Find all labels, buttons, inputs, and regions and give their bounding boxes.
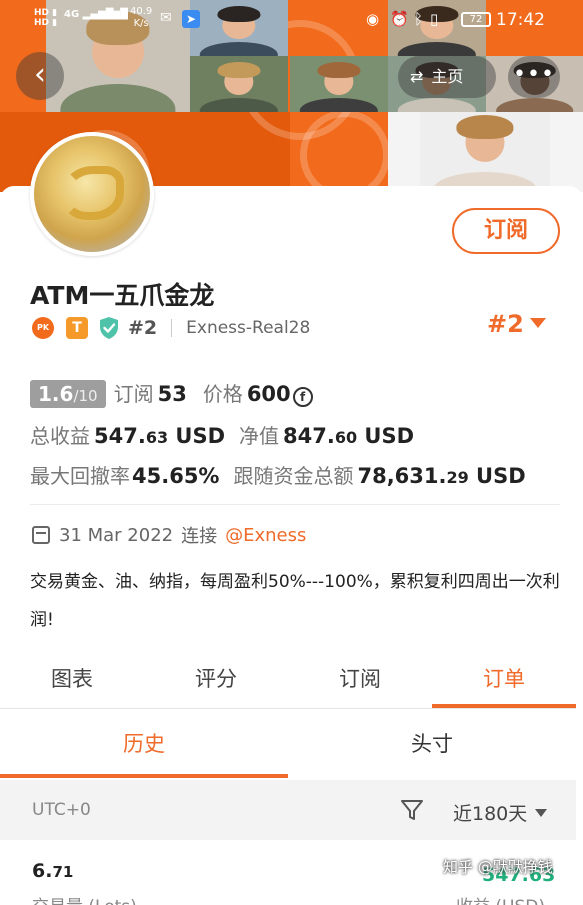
t-badge-icon[interactable]: T — [66, 317, 88, 339]
sim-indicator: HD ▮ HD ▮ — [34, 8, 58, 28]
wechat-icon: ✉ — [160, 10, 172, 26]
alarm-icon: ⏰ — [390, 10, 409, 28]
subscribers-label: 订阅 — [113, 382, 154, 406]
dragon-image — [62, 166, 124, 220]
status-time: 17:42 — [496, 10, 545, 30]
subtab-positions[interactable]: 头寸 — [288, 714, 576, 776]
divider — [30, 504, 560, 505]
watermark: 知乎 @默默挣钱 — [443, 858, 553, 876]
strategy-description: 交易黄金、油、纳指，每周盈利50%---100%，累积复利四周出一次利润! — [30, 572, 560, 630]
eye-icon: ◉ — [366, 10, 380, 28]
separator — [171, 319, 173, 337]
order-subtabs: 历史 头寸 — [0, 714, 576, 778]
stats-row-profit: 总收益 547. 63 USD 净值 847. 60 USD — [30, 420, 414, 449]
network-speed-unit: K/s — [133, 18, 149, 29]
equity-label: 净值 — [239, 424, 280, 448]
profit-label: 收益 (USD) — [456, 892, 545, 905]
equity-dec: 60 — [334, 428, 358, 447]
connection-row: 31 Mar 2022 连接 @Exness — [32, 522, 306, 548]
account-label: Exness-Real28 — [186, 318, 311, 338]
lots-value: 6.71 — [32, 860, 73, 882]
tab-chart[interactable]: 图表 — [0, 654, 144, 706]
score-max: /10 — [73, 387, 98, 405]
rank-dropdown-value: #2 — [487, 310, 524, 338]
switch-icon: ⇄ — [410, 67, 424, 86]
provider-name: ATM一五爪金龙 — [30, 281, 215, 310]
banner-photo — [290, 56, 388, 112]
filter-bar: UTC+0 近180天 — [0, 780, 576, 840]
connection-label: 连接 — [181, 526, 218, 547]
lots-dec: 71 — [52, 863, 74, 881]
follow-funds-label: 跟随资金总额 — [233, 464, 354, 488]
equity-int: 847. — [283, 424, 335, 448]
back-button[interactable]: ‹ — [16, 52, 64, 100]
total-profit-int: 547. — [94, 424, 146, 448]
banner-photo — [190, 56, 288, 112]
pk-badge-icon[interactable]: PK — [32, 317, 54, 339]
rank-label: #2 — [128, 317, 158, 339]
status-bar: HD ▮ HD ▮ 4G ▂▄▆█ ▂▄▆█ 40.9 K/s ✉ ➤ ◉ ⏰ ᛒ… — [0, 0, 583, 40]
home-button[interactable]: ⇄ 主页 — [398, 56, 496, 98]
follow-funds-int: 78,631. — [357, 464, 447, 488]
stats-row-score: 1.6/10 订阅 53 价格 600 f — [30, 378, 313, 408]
badge-row: PK T #2 Exness-Real28 — [32, 314, 310, 342]
app-notification-icon: ➤ — [182, 10, 200, 28]
lots-int: 6. — [32, 860, 53, 882]
tab-orders[interactable]: 订单 — [432, 654, 576, 708]
total-profit-label: 总收益 — [30, 424, 90, 448]
banner-photo — [420, 112, 550, 192]
verified-shield-icon[interactable] — [98, 316, 120, 340]
timezone-label: UTC+0 — [32, 800, 91, 820]
network-speed-value: 40.9 — [130, 6, 153, 17]
rank-dropdown[interactable]: #2 — [487, 310, 546, 338]
calendar-icon — [32, 526, 50, 544]
tabs-divider — [0, 708, 576, 709]
score-badge: 1.6/10 — [30, 380, 106, 408]
period-value: 近180天 — [453, 803, 528, 825]
follow-funds-dec: 29 — [446, 468, 469, 487]
coin-icon: f — [292, 387, 313, 407]
network-speed: 40.9 K/s — [130, 6, 152, 30]
max-drawdown-label: 最大回撤率 — [30, 464, 130, 488]
avatar[interactable] — [30, 132, 154, 256]
broker-link[interactable]: @Exness — [225, 525, 306, 546]
more-icon: ••• — [513, 62, 555, 87]
tab-subscriptions[interactable]: 订阅 — [288, 654, 432, 706]
total-profit-dec: 63 — [145, 428, 169, 447]
stats-row-drawdown: 最大回撤率 45.65% 跟随资金总额 78,631. 29 USD — [30, 460, 526, 489]
chevron-left-icon: ‹ — [34, 57, 46, 92]
subtab-history[interactable]: 历史 — [0, 714, 288, 778]
connection-date: 31 Mar 2022 — [59, 524, 174, 546]
banner-decoration — [300, 110, 390, 192]
network-type: 4G — [64, 9, 80, 20]
main-tabs: 图表 评分 订阅 订单 — [0, 654, 576, 708]
caret-down-icon — [529, 318, 546, 328]
price-label: 价格 — [202, 382, 243, 406]
caret-down-icon — [535, 809, 548, 817]
period-dropdown[interactable]: 近180天 — [453, 799, 548, 826]
score-value: 1.6 — [38, 382, 74, 406]
battery-icon: 72 — [461, 12, 491, 27]
subscribers-value: 53 — [157, 382, 187, 406]
more-button[interactable]: ••• — [508, 56, 560, 98]
lots-label: 交易量 (Lots) — [32, 892, 137, 905]
tab-rating[interactable]: 评分 — [144, 654, 288, 706]
home-button-label: 主页 — [431, 67, 464, 86]
filter-icon[interactable] — [400, 798, 424, 822]
network-signal-2: ▂▄▆█ — [97, 9, 128, 20]
max-drawdown-value: 45.65% — [132, 464, 220, 488]
equity-unit: USD — [357, 424, 415, 448]
vibrate-icon: ▯ — [430, 10, 439, 28]
total-profit-unit: USD — [168, 424, 226, 448]
price-value: 600 — [246, 382, 291, 406]
follow-funds-unit: USD — [468, 464, 526, 488]
bluetooth-icon: ᛒ — [414, 10, 424, 28]
subscribe-button[interactable]: 订阅 — [452, 208, 560, 254]
battery-level: 72 — [469, 14, 483, 25]
